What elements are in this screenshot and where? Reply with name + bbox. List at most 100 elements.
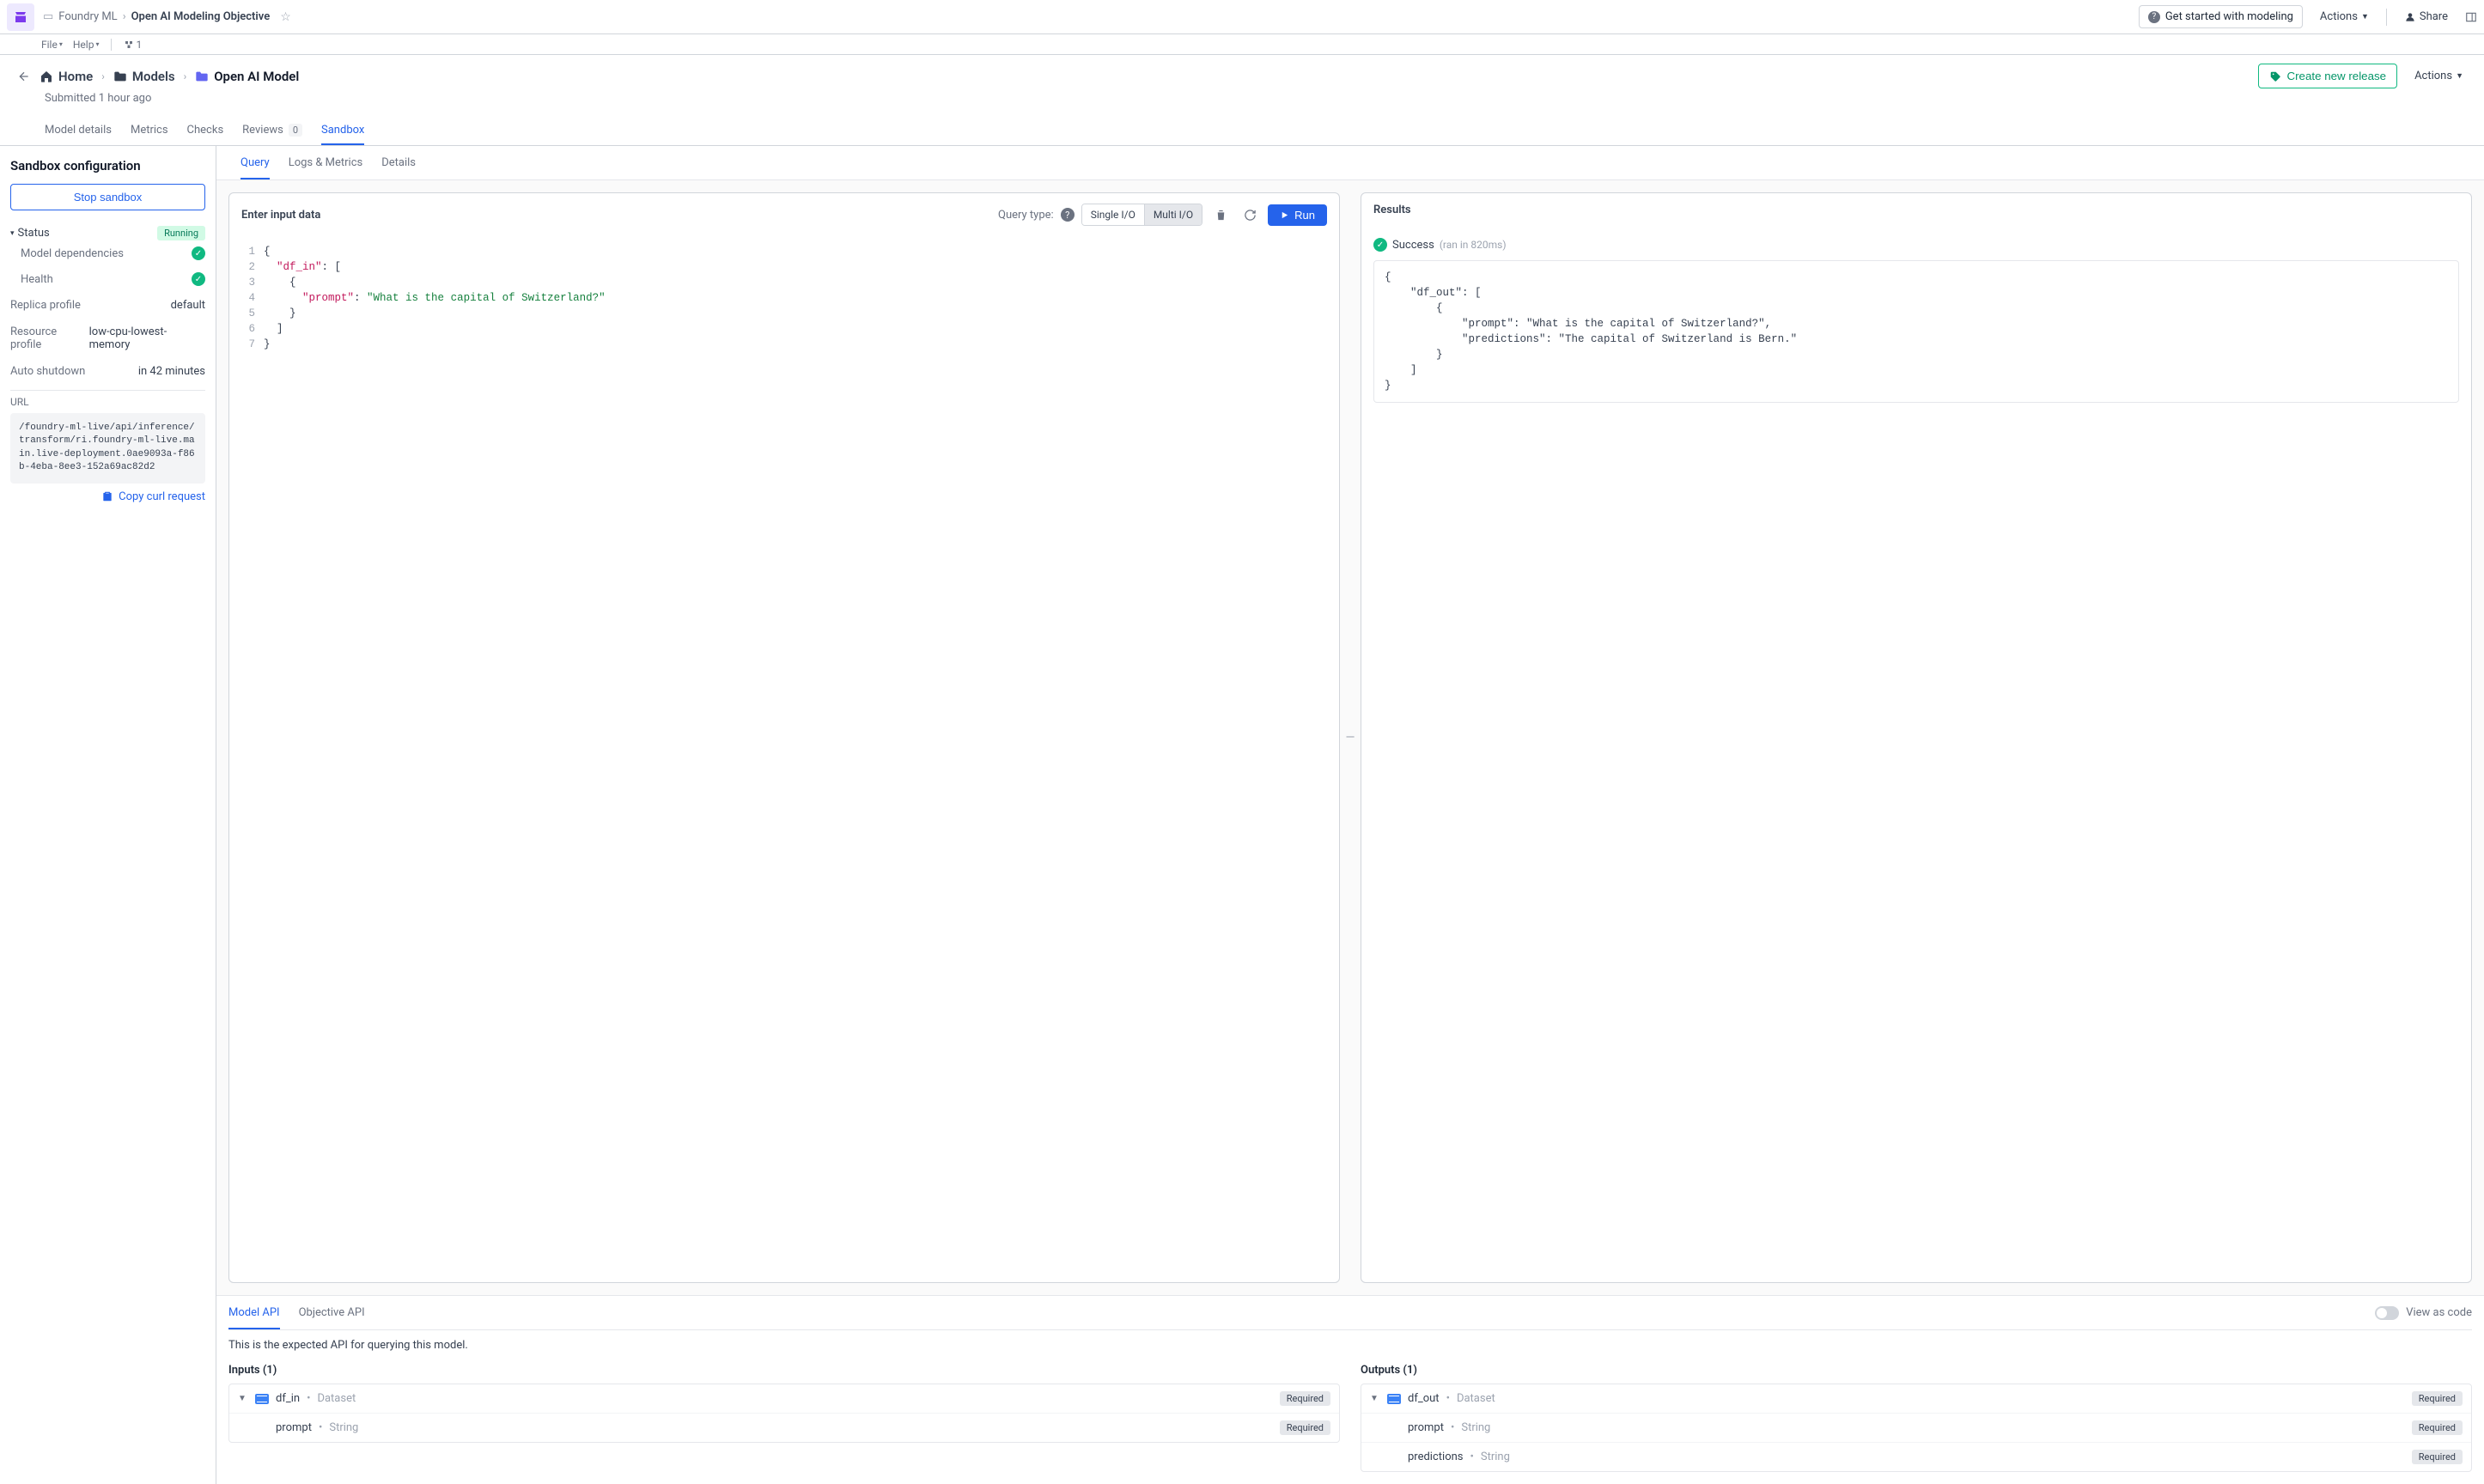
api-section: Model API Objective API View as code Thi… xyxy=(216,1295,2484,1484)
subtab-details[interactable]: Details xyxy=(381,146,416,179)
sandbox-subtabs: Query Logs & Metrics Details xyxy=(216,146,2484,180)
app-topbar: ▭ Foundry ML › Open AI Modeling Objectiv… xyxy=(0,0,2484,34)
folder-icon xyxy=(113,70,127,82)
main-area: Sandbox configuration Stop sandbox ▾ Sta… xyxy=(0,146,2484,1484)
check-circle-icon: ✓ xyxy=(192,272,205,286)
play-icon xyxy=(1280,210,1289,220)
single-io-button[interactable]: Single I/O xyxy=(1082,204,1145,225)
doc-icon: ▭ xyxy=(43,10,53,23)
refresh-icon[interactable] xyxy=(1239,204,1261,226)
check-circle-icon: ✓ xyxy=(1373,238,1387,252)
status-health-row: Health ✓ xyxy=(10,266,205,292)
menu-file[interactable]: File▾ xyxy=(41,39,63,51)
tab-checks[interactable]: Checks xyxy=(187,117,224,145)
resize-handle[interactable]: ― xyxy=(1345,192,1355,1283)
view-as-code-toggle[interactable] xyxy=(2375,1306,2399,1320)
outputs-column: Outputs (1) ▼ df_out • Dataset Required … xyxy=(1361,1364,2472,1472)
menu-help[interactable]: Help▾ xyxy=(73,39,100,51)
tag-icon xyxy=(2269,70,2281,82)
inputs-column: Inputs (1) ▼ df_in • Dataset Required pr… xyxy=(228,1364,1340,1472)
output-root-row[interactable]: ▼ df_out • Dataset Required xyxy=(1361,1384,2471,1414)
resource-profile-row: Resource profile low-cpu-lowest-memory xyxy=(10,319,205,358)
chevron-right-icon: › xyxy=(123,10,126,23)
star-icon[interactable]: ☆ xyxy=(280,10,291,24)
breadcrumb-models[interactable]: Models xyxy=(113,69,175,84)
url-label: URL xyxy=(10,396,205,408)
reviews-count-badge: 0 xyxy=(289,124,302,137)
copy-curl-button[interactable]: Copy curl request xyxy=(10,490,205,503)
status-chip: Running xyxy=(157,226,205,240)
sidebar: Sandbox configuration Stop sandbox ▾ Sta… xyxy=(0,146,216,1484)
divider xyxy=(2386,9,2387,26)
folder-icon xyxy=(195,70,209,82)
results-panel: Results ✓ Success (ran in 820ms) { "df_o… xyxy=(1361,192,2472,1283)
help-icon[interactable]: ? xyxy=(1061,208,1075,222)
tab-model-details[interactable]: Model details xyxy=(45,117,112,145)
back-button[interactable] xyxy=(14,66,34,87)
results-output: { "df_out": [ { "prompt": "What is the c… xyxy=(1373,260,2459,403)
api-description: This is the expected API for querying th… xyxy=(228,1339,2472,1352)
help-icon: ? xyxy=(2148,11,2160,23)
topbar-actions-button[interactable]: Actions ▼ xyxy=(2315,7,2374,27)
results-panel-title: Results xyxy=(1373,204,1411,216)
tab-reviews[interactable]: Reviews 0 xyxy=(242,117,302,145)
divider xyxy=(111,39,112,51)
page-breadcrumb-row: Home › Models › Open AI Model Create new… xyxy=(0,55,2484,88)
chevron-right-icon: › xyxy=(184,70,187,82)
input-root-row[interactable]: ▼ df_in • Dataset Required xyxy=(229,1384,1339,1414)
tab-sandbox[interactable]: Sandbox xyxy=(321,117,364,145)
caret-down-icon[interactable]: ▼ xyxy=(1370,1394,1380,1403)
objective-title[interactable]: Open AI Modeling Objective xyxy=(131,10,271,23)
run-button[interactable]: Run xyxy=(1268,204,1327,226)
input-panel: Enter input data Query type: ? Single I/… xyxy=(228,192,1340,1283)
divider xyxy=(10,390,205,391)
required-chip: Required xyxy=(2412,1391,2463,1406)
breadcrumb: Home › Models › Open AI Model xyxy=(40,69,299,84)
multi-io-button[interactable]: Multi I/O xyxy=(1145,204,1202,225)
content-area: Query Logs & Metrics Details Enter input… xyxy=(216,146,2484,1484)
breadcrumb-current: Open AI Model xyxy=(195,69,299,84)
share-button[interactable]: Share xyxy=(2399,7,2453,27)
create-release-button[interactable]: Create new release xyxy=(2258,64,2397,88)
users-count[interactable]: 1 xyxy=(124,39,142,51)
url-value: /foundry-ml-live/api/inference/transform… xyxy=(10,413,205,484)
caret-down-icon: ▾ xyxy=(10,229,15,238)
output-field-row: predictions • String Required xyxy=(1361,1443,2471,1471)
sidebar-title: Sandbox configuration xyxy=(10,158,205,173)
page-actions-button[interactable]: Actions ▼ xyxy=(2408,64,2470,88)
query-type-label: Query type: xyxy=(998,209,1054,222)
replica-profile-row: Replica profile default xyxy=(10,292,205,319)
outputs-title: Outputs (1) xyxy=(1361,1364,2472,1377)
status-header[interactable]: ▾ Status Running xyxy=(10,226,205,240)
project-name[interactable]: Foundry ML xyxy=(58,10,117,23)
tab-objective-api[interactable]: Objective API xyxy=(299,1296,365,1329)
panel-toggle-icon[interactable] xyxy=(2465,11,2477,23)
chevron-right-icon: › xyxy=(101,70,105,82)
caret-down-icon[interactable]: ▼ xyxy=(238,1394,248,1403)
stop-sandbox-button[interactable]: Stop sandbox xyxy=(10,184,205,210)
status-deps-row: Model dependencies ✓ xyxy=(10,240,205,266)
dataset-icon xyxy=(1387,1394,1401,1404)
tab-metrics[interactable]: Metrics xyxy=(131,117,168,145)
org-icon xyxy=(124,40,134,50)
get-started-button[interactable]: ? Get started with modeling xyxy=(2139,5,2303,28)
subtab-query[interactable]: Query xyxy=(240,146,270,179)
divider xyxy=(228,1329,2472,1330)
subtab-logs[interactable]: Logs & Metrics xyxy=(289,146,363,179)
breadcrumb-home[interactable]: Home xyxy=(40,69,93,84)
main-tabs: Model details Metrics Checks Reviews 0 S… xyxy=(0,117,2484,146)
success-status: ✓ Success (ran in 820ms) xyxy=(1373,234,2459,260)
output-field-row: prompt • String Required xyxy=(1361,1414,2471,1443)
inputs-title: Inputs (1) xyxy=(228,1364,1340,1377)
line-gutter: 1234567 xyxy=(229,244,264,1275)
code-editor[interactable]: 1234567 { "df_in": [ { "prompt": "What i… xyxy=(229,237,1339,1282)
delete-icon[interactable] xyxy=(1209,204,1232,226)
required-chip: Required xyxy=(2412,1450,2463,1464)
query-type-segment: Single I/O Multi I/O xyxy=(1081,204,1202,226)
tab-model-api[interactable]: Model API xyxy=(228,1296,280,1329)
input-panel-title: Enter input data xyxy=(241,209,320,222)
required-chip: Required xyxy=(1280,1391,1330,1406)
caret-down-icon: ▼ xyxy=(2456,71,2463,81)
view-as-code-label: View as code xyxy=(2406,1306,2472,1319)
app-logo[interactable] xyxy=(7,3,34,31)
